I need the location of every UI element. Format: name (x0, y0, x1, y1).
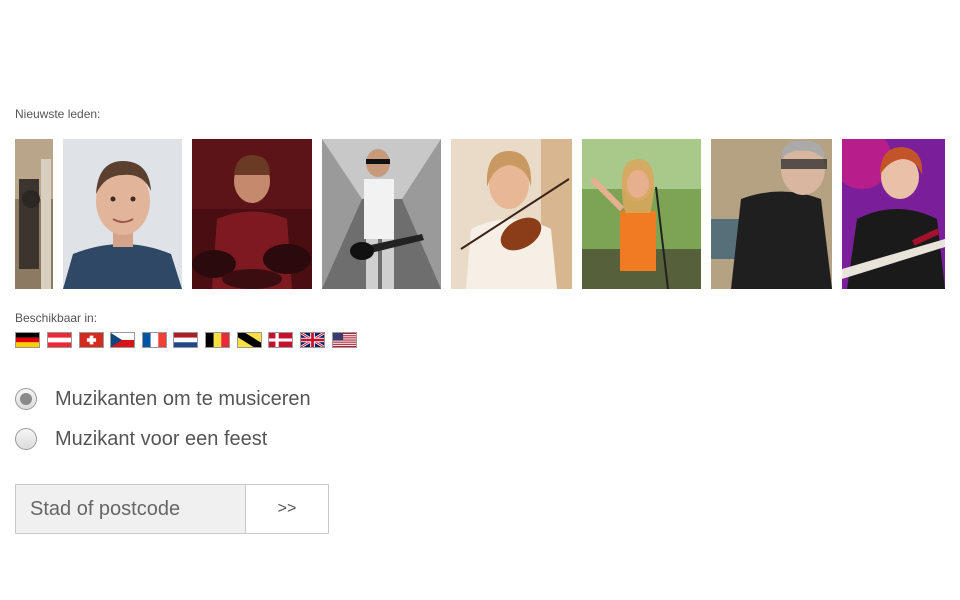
option-musician-for-party[interactable]: Muzikant voor een feest (15, 426, 267, 452)
flag-united-kingdom-icon[interactable] (300, 332, 325, 348)
guitarist-photo-icon (711, 139, 832, 289)
bassist-photo-icon (322, 139, 441, 289)
newest-members-label: Nieuwste leden: (15, 107, 101, 121)
flag-belgium-german-community-icon[interactable] (237, 332, 262, 348)
drummer-photo-icon (192, 139, 312, 289)
member-photo-4[interactable] (451, 139, 572, 289)
flag-belgium-icon[interactable] (205, 332, 230, 348)
flag-netherlands-icon[interactable] (173, 332, 198, 348)
city-or-postcode-input[interactable] (15, 484, 245, 534)
option-party-label: Muzikant voor een feest (55, 427, 268, 450)
bass-player-photo-icon (842, 139, 945, 289)
radio-musicians[interactable] (15, 388, 37, 410)
member-photo-6[interactable] (711, 139, 832, 289)
option-musicians-label: Muzikanten om te musiceren (55, 387, 311, 410)
violinist-photo-icon (451, 139, 572, 289)
member-photo-3[interactable] (322, 139, 441, 289)
singer-photo-icon (582, 139, 701, 289)
flag-germany-icon[interactable] (15, 332, 40, 348)
flag-france-icon[interactable] (142, 332, 167, 348)
available-in-label: Beschikbaar in: (15, 311, 98, 325)
member-photo-7[interactable] (842, 139, 945, 289)
flag-denmark-icon[interactable] (268, 332, 293, 348)
newest-members-strip (15, 139, 945, 289)
member-photo-2[interactable] (192, 139, 312, 289)
musician-photo-partial-icon (15, 139, 53, 289)
location-search: >> (15, 484, 329, 534)
radio-party[interactable] (15, 428, 37, 450)
flag-united-states-icon[interactable] (332, 332, 357, 348)
option-musicians-to-play-with[interactable]: Muzikanten om te musiceren (15, 386, 311, 412)
flag-czechia-icon[interactable] (110, 332, 135, 348)
radio-selected-dot (20, 393, 32, 405)
member-photo-0[interactable] (15, 139, 53, 289)
member-photo-1[interactable] (63, 139, 182, 289)
flag-austria-icon[interactable] (47, 332, 72, 348)
member-photo-5[interactable] (582, 139, 701, 289)
portrait-photo-icon (63, 139, 182, 289)
flag-switzerland-icon[interactable] (79, 332, 104, 348)
search-submit-button[interactable]: >> (245, 484, 329, 534)
